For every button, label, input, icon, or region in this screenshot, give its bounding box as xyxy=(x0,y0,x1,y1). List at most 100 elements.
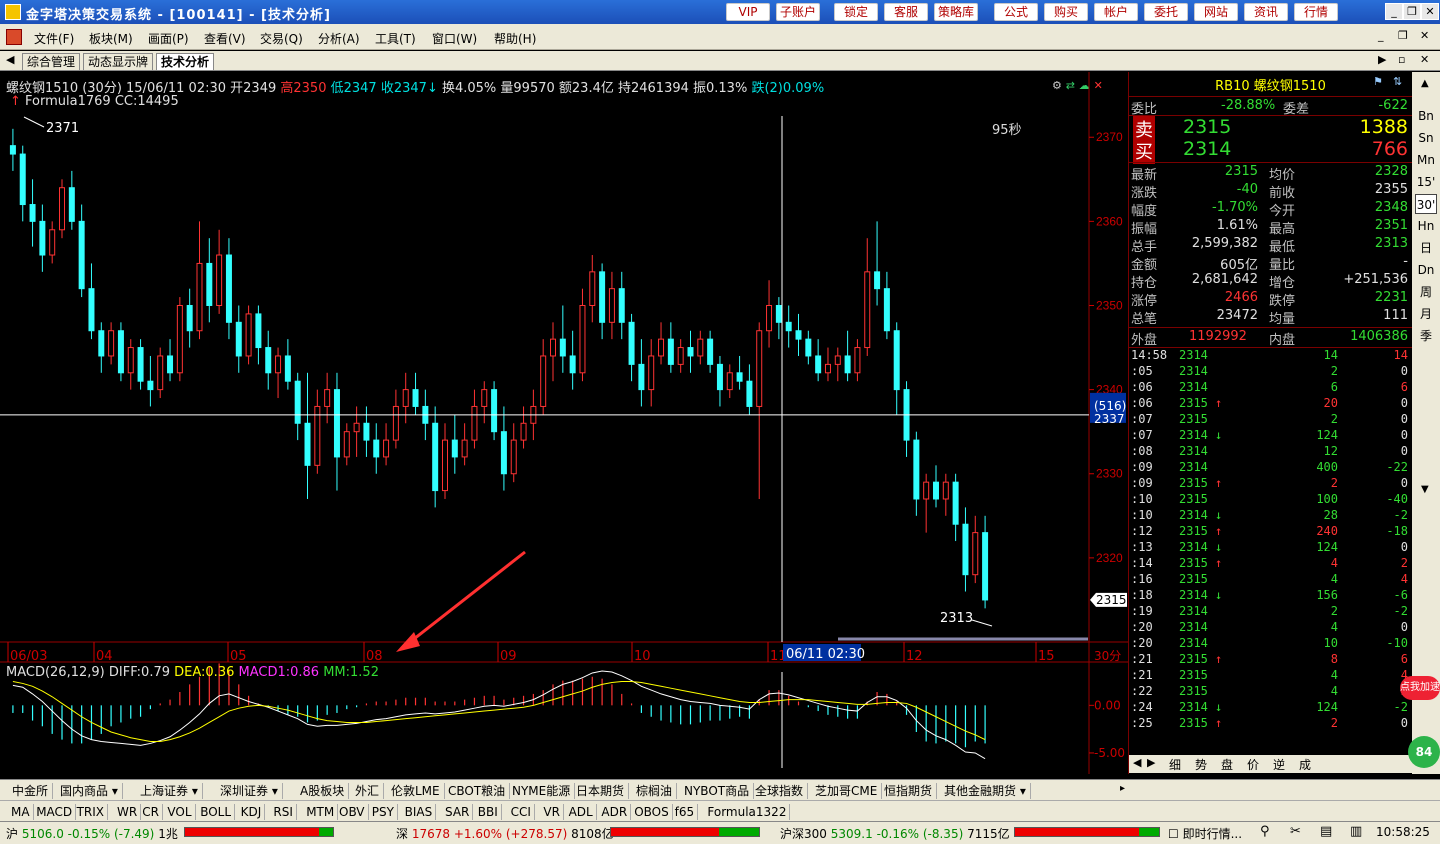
toolbar-button-4[interactable]: 策略库 xyxy=(934,3,978,21)
speedup-badge[interactable]: 点我加速 xyxy=(1400,676,1440,700)
indicator-tab-9[interactable]: MTM xyxy=(303,804,339,820)
toolbar-button-3[interactable]: 客服 xyxy=(884,3,928,21)
market-tab-3[interactable]: 深圳证券 ▾ xyxy=(216,783,283,799)
quote-subtab-2[interactable]: 盘 xyxy=(1221,756,1233,773)
toolbar-button-1[interactable]: 子账户 xyxy=(776,3,820,21)
indicator-tab-17[interactable]: ADL xyxy=(566,804,597,820)
period-button-7[interactable]: Dn xyxy=(1415,260,1437,280)
market-tab-11[interactable]: NYBOT商品 xyxy=(680,783,755,799)
period-button-3[interactable]: 15' xyxy=(1415,172,1437,192)
toolbar-button-0[interactable]: VIP xyxy=(726,3,770,21)
sidebar-down-icon[interactable]: ▼ xyxy=(1421,484,1429,495)
menu-item-2[interactable]: 画面(P) xyxy=(148,30,189,47)
indicator-tab-7[interactable]: KDJ xyxy=(238,804,266,820)
buy-row[interactable]: 买 2314 766 xyxy=(1129,138,1412,164)
chart-panel[interactable]: 螺纹钢1510 (30分) 15/06/11 02:30 开2349 高2350… xyxy=(0,72,1128,774)
indicator-tab-18[interactable]: ADR xyxy=(598,804,632,820)
period-button-4[interactable]: 30' xyxy=(1415,194,1437,214)
market-tab-4[interactable]: A股板块 xyxy=(296,783,350,799)
market-tab-7[interactable]: CBOT粮油 xyxy=(444,783,511,799)
indicator-tab-13[interactable]: SAR xyxy=(442,804,474,820)
indicator-tab-0[interactable]: MA xyxy=(8,804,34,820)
menu-item-8[interactable]: 帮助(H) xyxy=(494,30,536,47)
maximize-button[interactable]: ❐ xyxy=(1403,3,1421,20)
mdi-minimize-icon[interactable]: _ xyxy=(1378,29,1384,42)
close-button[interactable]: ✕ xyxy=(1421,3,1439,20)
period-button-10[interactable]: 季 xyxy=(1415,326,1437,346)
tools-icon[interactable]: ✂ xyxy=(1290,824,1301,839)
quote-subtab-5[interactable]: 成 xyxy=(1299,756,1311,773)
menu-item-6[interactable]: 工具(T) xyxy=(375,30,416,47)
indicator-tab-15[interactable]: CCI xyxy=(508,804,535,820)
period-button-0[interactable]: Bn xyxy=(1415,106,1437,126)
period-button-9[interactable]: 月 xyxy=(1415,304,1437,324)
indicator-tab-10[interactable]: OBV xyxy=(336,804,369,820)
period-button-2[interactable]: Mn xyxy=(1415,150,1437,170)
tab-overview[interactable]: 综合管理 xyxy=(22,53,81,70)
indicator-tab-5[interactable]: VOL xyxy=(164,804,196,820)
mdi-close-icon[interactable]: ✕ xyxy=(1420,29,1429,42)
menu-item-1[interactable]: 板块(M) xyxy=(89,30,133,47)
market-tab-2[interactable]: 上海证券 ▾ xyxy=(136,783,203,799)
market-tab-15[interactable]: 其他金融期货 ▾ xyxy=(940,783,1031,799)
period-button-1[interactable]: Sn xyxy=(1415,128,1437,148)
period-button-5[interactable]: Hn xyxy=(1415,216,1437,236)
toolbar-button-6[interactable]: 购买 xyxy=(1044,3,1088,21)
market-tab-9[interactable]: 日本期货 xyxy=(572,783,630,799)
market-tab-14[interactable]: 恒指期货 xyxy=(880,783,938,799)
news-ticker[interactable]: ☐ 即时行情... xyxy=(1168,825,1242,842)
market-tabs-scroll-icon[interactable]: ▸ xyxy=(1120,783,1125,794)
toolbar-button-2[interactable]: 锁定 xyxy=(834,3,878,21)
tab-dynamic-board[interactable]: 动态显示牌 xyxy=(83,53,154,70)
menu-item-4[interactable]: 交易(Q) xyxy=(260,30,303,47)
tab-left-arrow-icon[interactable]: ◀ xyxy=(6,53,14,66)
indicator-tab-8[interactable]: RSI xyxy=(270,804,297,820)
quote-tool-icon[interactable]: ⚑ xyxy=(1373,75,1383,88)
quote-mode-icon[interactable]: ⇅ xyxy=(1393,75,1402,88)
tab-right-arrow-icon[interactable]: ▶ xyxy=(1378,53,1386,66)
indicator-tab-6[interactable]: BOLL xyxy=(197,804,236,820)
menu-item-3[interactable]: 查看(V) xyxy=(204,30,246,47)
period-button-8[interactable]: 周 xyxy=(1415,282,1437,302)
toolbar-button-9[interactable]: 网站 xyxy=(1194,3,1238,21)
toolbar-button-8[interactable]: 委托 xyxy=(1144,3,1188,21)
indicator-tab-12[interactable]: BIAS xyxy=(402,804,437,820)
sh-index[interactable]: 沪 5106.0 -0.15% (-7.49) 1兆 xyxy=(6,825,178,842)
indicator-tab-21[interactable]: Formula1322 xyxy=(704,804,791,820)
menu-item-7[interactable]: 窗口(W) xyxy=(432,30,477,47)
toolbar-button-7[interactable]: 帐户 xyxy=(1094,3,1138,21)
sz-index[interactable]: 深 17678 +1.60% (+278.57) 8108亿 xyxy=(396,825,614,842)
period-button-6[interactable]: 日 xyxy=(1415,238,1437,258)
toolbar-button-10[interactable]: 资讯 xyxy=(1244,3,1288,21)
market-tab-8[interactable]: NYME能源 xyxy=(508,783,576,799)
quote-subtab-1[interactable]: 势 xyxy=(1195,756,1207,773)
toolbar-button-5[interactable]: 公式 xyxy=(994,3,1038,21)
menu-item-5[interactable]: 分析(A) xyxy=(318,30,360,47)
subtab-right-icon[interactable]: ▶ xyxy=(1147,756,1155,769)
indicator-tab-19[interactable]: OBOS xyxy=(631,804,673,820)
quote-subtab-0[interactable]: 细 xyxy=(1169,756,1181,773)
market-tab-5[interactable]: 外汇 xyxy=(351,783,385,799)
search-icon[interactable]: ⚲ xyxy=(1260,824,1270,839)
quote-subtab-4[interactable]: 逆 xyxy=(1273,756,1285,773)
toolbar-button-11[interactable]: 行情 xyxy=(1294,3,1338,21)
indicator-tab-1[interactable]: MACD xyxy=(33,804,77,820)
market-tab-0[interactable]: 中金所 xyxy=(8,783,54,799)
market-tab-13[interactable]: 芝加哥CME xyxy=(811,783,883,799)
minimize-button[interactable]: _ xyxy=(1385,3,1403,20)
indicator-tab-3[interactable]: WR xyxy=(114,804,142,820)
tab-close-icon[interactable]: ✕ xyxy=(1420,53,1429,66)
mdi-restore-icon[interactable]: ❐ xyxy=(1398,29,1408,42)
indicator-tab-14[interactable]: BBI xyxy=(475,804,502,820)
subtab-left-icon[interactable]: ◀ xyxy=(1133,756,1141,769)
speedup-ball[interactable]: 84 xyxy=(1408,736,1440,768)
indicator-tab-11[interactable]: PSY xyxy=(369,804,398,820)
market-tab-6[interactable]: 伦敦LME xyxy=(387,783,445,799)
indicator-tab-4[interactable]: CR xyxy=(139,804,163,820)
menu-item-0[interactable]: 文件(F) xyxy=(34,30,74,47)
market-tab-1[interactable]: 国内商品 ▾ xyxy=(56,783,123,799)
tick-list[interactable]: 14:58 2314 14 14:05 2314 2 0:06 2314 6 6… xyxy=(1129,347,1412,730)
trade-icon[interactable]: ▤ xyxy=(1320,824,1332,839)
market-tab-12[interactable]: 全球指数 xyxy=(751,783,809,799)
tab-restore-icon[interactable]: ▫ xyxy=(1398,53,1405,66)
